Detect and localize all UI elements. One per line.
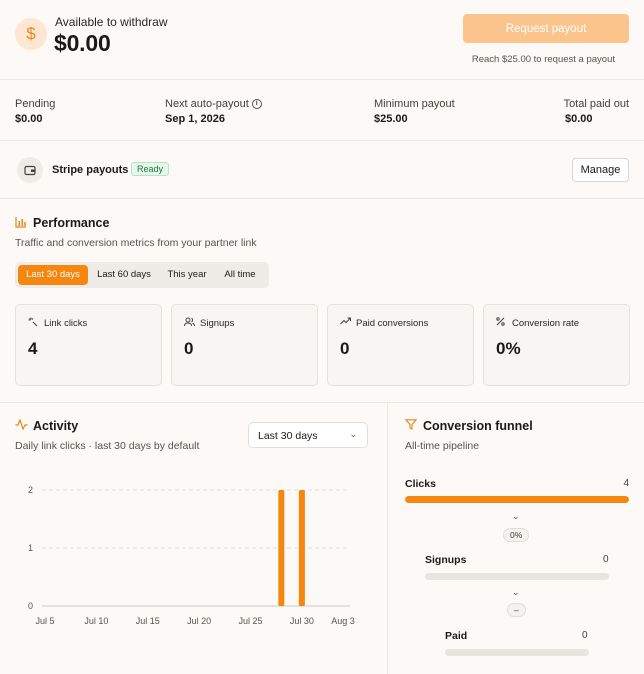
chevron-down-icon: ⌄ — [512, 587, 520, 597]
metric-card-link-clicks: Link clicks 4 — [15, 304, 162, 386]
payout-hint: Reach $25.00 to request a payout — [471, 54, 615, 65]
activity-subtitle: Daily link clicks · last 30 days by defa… — [15, 440, 200, 452]
range-tabs: Last 30 days Last 60 days This year All … — [15, 262, 269, 288]
dollar-icon: $ — [15, 18, 47, 50]
divider — [0, 140, 644, 141]
funnel-title: Conversion funnel — [423, 419, 533, 433]
metric-label: Link clicks — [44, 318, 88, 329]
y-tick-label: 1 — [28, 543, 33, 553]
metric-card-conversion-rate: Conversion rate 0% — [483, 304, 630, 386]
funnel-bar-fill — [405, 496, 629, 503]
sparkle-click-icon — [28, 317, 38, 329]
wallet-icon — [17, 157, 43, 183]
funnel-stage-count: 0 — [582, 630, 588, 641]
info-icon[interactable]: i — [251, 99, 262, 110]
metric-card-paid-conversions: Paid conversions 0 — [327, 304, 474, 386]
metric-label: Signups — [200, 318, 235, 329]
available-label: Available to withdraw — [55, 15, 168, 29]
funnel-stage-count: 0 — [603, 554, 609, 565]
users-icon — [184, 317, 195, 329]
metric-value: 0 — [340, 339, 350, 358]
x-tick-label: Jul 30 — [290, 616, 314, 626]
y-tick-label: 2 — [28, 485, 33, 495]
tab-last-30-days[interactable]: Last 30 days — [18, 265, 88, 285]
divider — [0, 402, 644, 403]
x-tick-label: Jul 20 — [187, 616, 211, 626]
stat-value-total-paid: $0.00 — [565, 113, 593, 125]
tab-last-60-days[interactable]: Last 60 days — [91, 265, 157, 285]
stat-value-pending: $0.00 — [15, 113, 43, 125]
funnel-stage-label: Paid — [445, 630, 468, 642]
funnel-bar-signups — [425, 573, 609, 580]
dropdown-value: Last 30 days — [258, 430, 318, 442]
funnel-stage-label: Signups — [425, 554, 467, 566]
activity-icon — [15, 418, 28, 433]
funnel-subtitle: All-time pipeline — [405, 440, 480, 452]
x-tick-label: Jul 25 — [239, 616, 263, 626]
performance-subtitle: Traffic and conversion metrics from your… — [15, 237, 257, 249]
status-badge: Ready — [131, 162, 170, 176]
performance-title: Performance — [33, 216, 110, 230]
stat-label-total-paid: Total paid out — [563, 98, 629, 110]
funnel-bar-paid — [445, 649, 589, 656]
activity-title: Activity — [33, 419, 79, 433]
divider — [0, 198, 644, 199]
metric-label: Paid conversions — [356, 318, 429, 329]
stat-value-next-auto-payout: Sep 1, 2026 — [165, 113, 225, 125]
funnel-rate-pill: 0% — [503, 528, 530, 542]
column-divider — [387, 402, 388, 674]
metric-value: 4 — [28, 339, 38, 358]
stat-label-minimum-payout: Minimum payout — [374, 98, 455, 110]
activity-chart: 0 1 2 Jul 5 Jul 10 Jul 15 Jul 20 Jul 25 Jul 30 Au… — [28, 485, 355, 626]
manage-button[interactable]: Manage — [572, 158, 629, 182]
x-tick-label: Jul 5 — [35, 616, 54, 626]
metric-label: Conversion rate — [512, 318, 580, 329]
x-tick-label: Aug 3 — [331, 616, 355, 626]
trending-up-icon — [340, 317, 351, 327]
tab-all-time[interactable]: All time — [216, 265, 264, 285]
tab-this-year[interactable]: This year — [161, 265, 213, 285]
stat-label-next-auto-payout: Next auto-payout i — [165, 98, 262, 110]
x-tick-label: Jul 15 — [136, 616, 160, 626]
bar-chart-icon — [15, 216, 27, 231]
metric-card-signups: Signups 0 — [171, 304, 318, 386]
metric-value: 0% — [496, 339, 521, 358]
y-tick-label: 0 — [28, 601, 33, 611]
request-payout-button[interactable]: Request payout — [463, 14, 629, 43]
chevron-down-icon: ⌄ — [349, 429, 357, 439]
filter-icon — [404, 419, 418, 433]
stat-value-minimum-payout: $25.00 — [374, 113, 408, 125]
stat-label-pending: Pending — [15, 98, 56, 110]
chart-bar — [278, 490, 285, 606]
funnel-stage-label: Clicks — [405, 478, 436, 490]
divider — [0, 79, 644, 80]
chevron-down-icon: ⌄ — [512, 511, 520, 521]
chart-bar — [298, 490, 305, 606]
funnel-rate-pill: – — [507, 603, 526, 617]
range-dropdown[interactable]: Last 30 days ⌄ — [248, 422, 368, 448]
metric-value: 0 — [184, 339, 194, 358]
available-amount: $0.00 — [54, 30, 111, 56]
funnel-stage-count: 4 — [623, 478, 629, 489]
x-tick-label: Jul 10 — [84, 616, 108, 626]
stripe-payouts-label: Stripe payouts — [52, 164, 129, 176]
percent-icon — [496, 317, 505, 328]
funnel-bar-clicks — [405, 496, 629, 503]
